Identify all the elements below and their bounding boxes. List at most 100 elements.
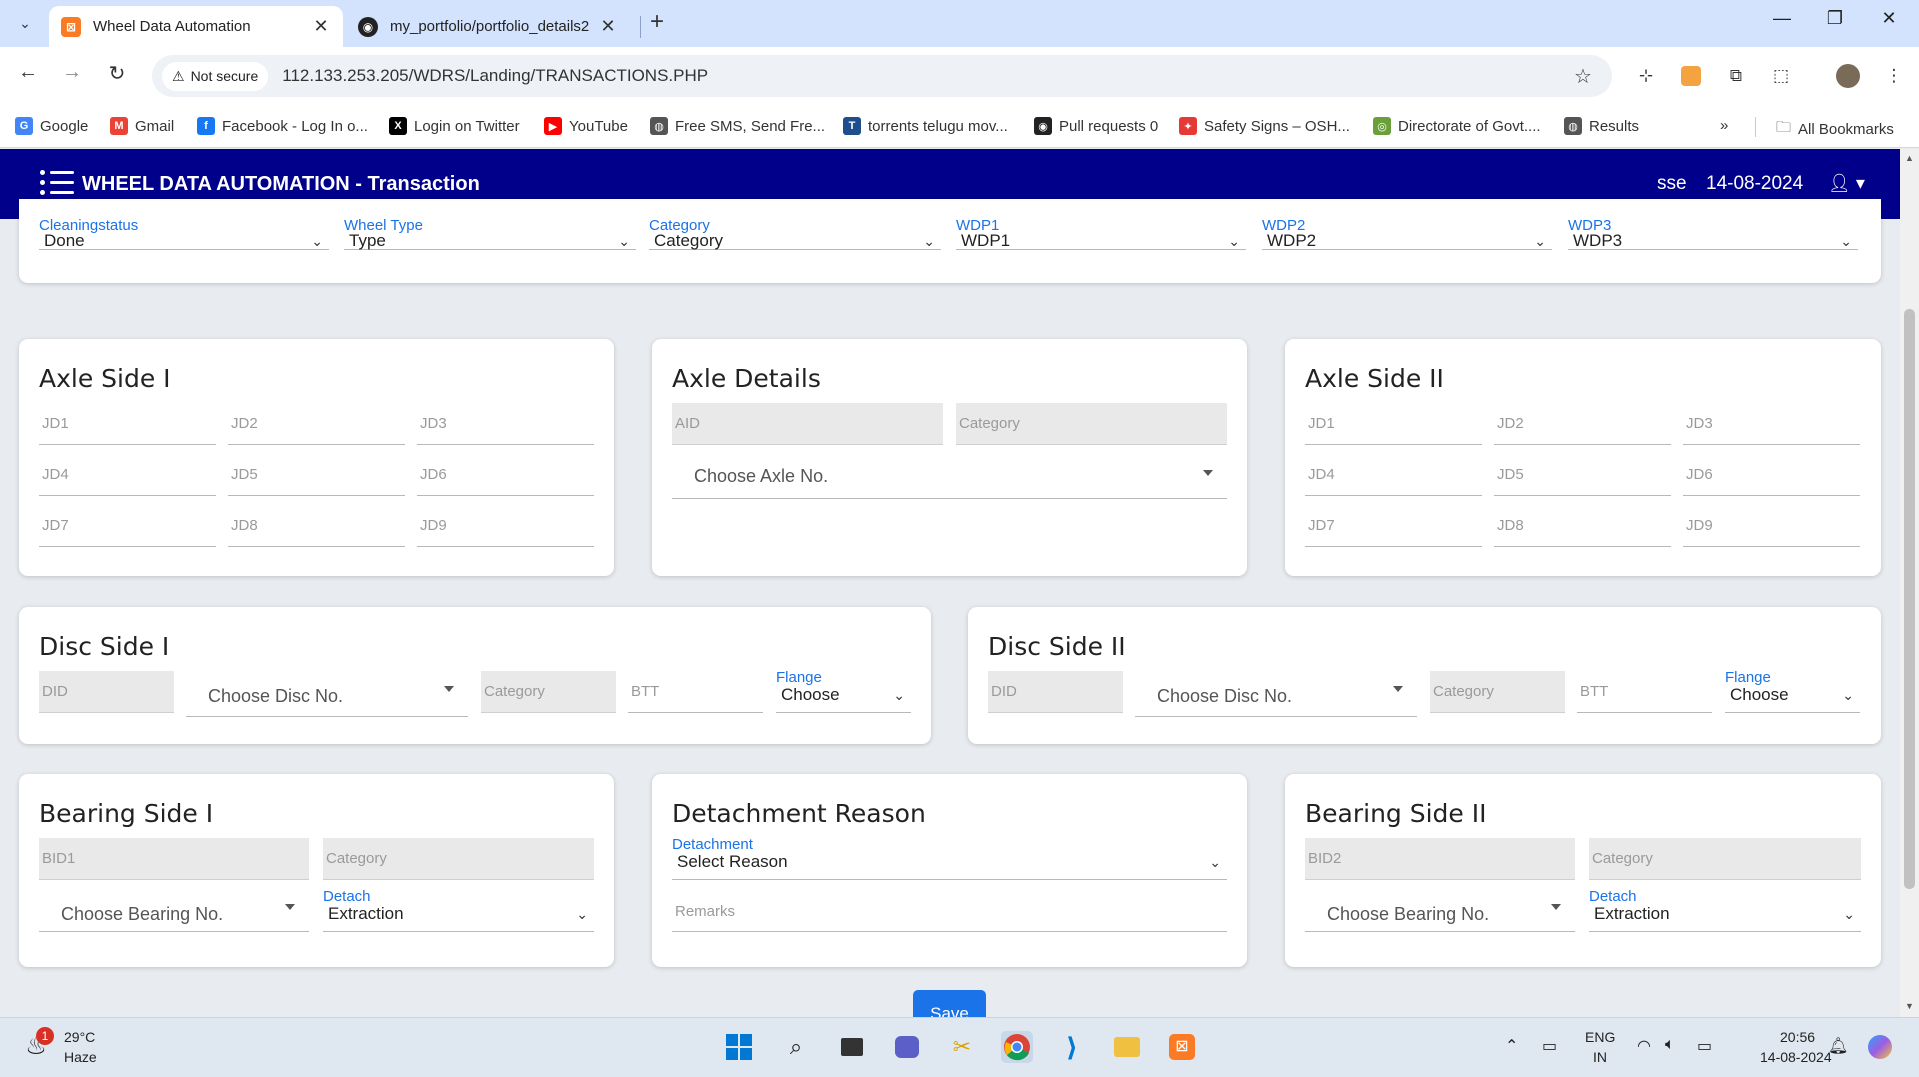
chrome-icon[interactable] <box>1001 1031 1033 1063</box>
cleaning-status-select[interactable]: Cleaningstatus Done ⌄ <box>39 217 329 250</box>
more-bookmarks-button[interactable]: » <box>1720 117 1728 134</box>
bookmark-item[interactable]: G Google <box>15 117 88 135</box>
detach-select[interactable]: Detach Extraction ⌄ <box>323 888 594 932</box>
bookmark-item[interactable]: ◉ Pull requests 0 <box>1034 117 1158 135</box>
bookmark-star-icon[interactable]: ☆ <box>1568 64 1598 89</box>
detach-select[interactable]: Detach Extraction ⌄ <box>1589 888 1861 932</box>
bookmark-item[interactable]: M Gmail <box>110 117 174 135</box>
hamburger-menu-icon[interactable] <box>40 169 74 197</box>
profile-avatar[interactable] <box>1834 63 1862 89</box>
bookmark-item[interactable]: ▶ YouTube <box>544 117 628 135</box>
jd-field-8[interactable]: JD8 <box>1494 505 1671 547</box>
tab-wheel-data-automation[interactable]: ⊠ Wheel Data Automation ✕ <box>49 6 343 47</box>
disc-category-field[interactable]: Category <box>1430 671 1565 713</box>
security-indicator[interactable]: ⚠ Not secure <box>162 61 269 91</box>
jd-field-5[interactable]: JD5 <box>1494 454 1671 496</box>
bookmark-item[interactable]: ◎ Directorate of Govt.... <box>1373 117 1541 135</box>
wdp3-select[interactable]: WDP3 WDP3 ⌄ <box>1568 217 1858 250</box>
jd-field-5[interactable]: JD5 <box>228 454 405 496</box>
bookmark-item[interactable]: ◍ Results <box>1564 117 1639 135</box>
copilot-icon[interactable] <box>1864 1031 1896 1063</box>
tab-portfolio[interactable]: ◉ my_portfolio/portfolio_details2 ✕ <box>346 6 630 47</box>
jd-field-2[interactable]: JD2 <box>1494 403 1671 445</box>
region-indicator[interactable]: IN <box>1593 1049 1607 1065</box>
jd-field-3[interactable]: JD3 <box>1683 403 1860 445</box>
choose-bearing-select[interactable]: Choose Bearing No. <box>1305 886 1575 932</box>
tab-search-chevron-icon[interactable]: ⌄ <box>10 8 40 38</box>
scroll-up-icon[interactable]: ▲ <box>1905 153 1914 163</box>
btt-field[interactable]: BTT <box>628 671 763 713</box>
bookmark-item[interactable]: ◍ Free SMS, Send Fre... <box>650 117 825 135</box>
wdp1-select[interactable]: WDP1 WDP1 ⌄ <box>956 217 1246 250</box>
teams-chat-icon[interactable] <box>891 1031 923 1063</box>
jd-field-1[interactable]: JD1 <box>39 403 216 445</box>
tab-groups-icon[interactable]: ⧉ <box>1722 63 1750 89</box>
url-text[interactable]: 112.133.253.205/WDRS/Landing/TRANSACTION… <box>282 66 1568 86</box>
scrollbar-thumb[interactable] <box>1904 309 1915 889</box>
jd-field-7[interactable]: JD7 <box>1305 505 1482 547</box>
battery-icon[interactable]: ▭ <box>1697 1036 1712 1056</box>
bookmark-item[interactable]: Ttorrents telugu mov... <box>843 117 1008 135</box>
snipping-tool-icon[interactable]: ✂ <box>946 1031 978 1063</box>
disc-category-field[interactable]: Category <box>481 671 616 713</box>
tab-close-icon[interactable]: ✕ <box>598 16 618 37</box>
jd-field-6[interactable]: JD6 <box>1683 454 1860 496</box>
did-field[interactable]: DID <box>988 671 1123 713</box>
jd-field-8[interactable]: JD8 <box>228 505 405 547</box>
task-view-icon[interactable] <box>836 1031 868 1063</box>
jd-field-2[interactable]: JD2 <box>228 403 405 445</box>
btt-field[interactable]: BTT <box>1577 671 1712 713</box>
notification-bell-icon[interactable]: 🔔︎ <box>1828 1036 1848 1056</box>
page-scrollbar[interactable]: ▲ ▼ <box>1900 149 1919 1017</box>
bookmark-item[interactable]: f Facebook - Log In o... <box>197 117 368 135</box>
volume-icon[interactable]: 🔈︎ <box>1665 1036 1675 1054</box>
detachment-select[interactable]: Detachment Select Reason ⌄ <box>672 836 1227 880</box>
choose-disc-select[interactable]: Choose Disc No. <box>186 671 468 717</box>
remarks-field[interactable]: Remarks <box>672 890 1227 932</box>
reload-button[interactable]: ↻ <box>103 61 131 86</box>
clock-time[interactable]: 20:56 <box>1780 1029 1815 1045</box>
omnibox[interactable]: ⚠ Not secure 112.133.253.205/WDRS/Landin… <box>152 55 1612 97</box>
choose-disc-select[interactable]: Choose Disc No. <box>1135 671 1417 717</box>
clock-date[interactable]: 14-08-2024 <box>1760 1049 1832 1065</box>
scroll-down-icon[interactable]: ▼ <box>1905 1001 1914 1011</box>
vscode-icon[interactable]: ⟩ <box>1056 1031 1088 1063</box>
search-icon[interactable]: ⌕ <box>780 1031 812 1063</box>
jd-field-7[interactable]: JD7 <box>39 505 216 547</box>
language-indicator[interactable]: ENG <box>1585 1029 1615 1045</box>
axle-category-field[interactable]: Category <box>956 403 1227 445</box>
jd-field-3[interactable]: JD3 <box>417 403 594 445</box>
xampp-icon[interactable]: ⊠ <box>1166 1031 1198 1063</box>
choose-bearing-select[interactable]: Choose Bearing No. <box>39 886 309 932</box>
windows-start-icon[interactable] <box>723 1031 755 1063</box>
wdp2-select[interactable]: WDP2 WDP2 ⌄ <box>1262 217 1552 250</box>
new-tab-button[interactable]: + <box>650 8 664 36</box>
choose-axle-select[interactable]: Choose Axle No. <box>672 451 1227 499</box>
show-hidden-icons[interactable]: ⌃ <box>1505 1036 1518 1056</box>
jd-field-1[interactable]: JD1 <box>1305 403 1482 445</box>
all-bookmarks-button[interactable]: 🗀︎ All Bookmarks <box>1776 117 1894 142</box>
extension-puzzle-add-icon[interactable]: ⊹ <box>1632 63 1660 89</box>
did-field[interactable]: DID <box>39 671 174 713</box>
jd-field-9[interactable]: JD9 <box>417 505 594 547</box>
tablet-icon[interactable]: ▭ <box>1542 1036 1557 1056</box>
category-select[interactable]: Category Category ⌄ <box>649 217 941 250</box>
jd-field-6[interactable]: JD6 <box>417 454 594 496</box>
jd-field-9[interactable]: JD9 <box>1683 505 1860 547</box>
jd-field-4[interactable]: JD4 <box>39 454 216 496</box>
close-window-button[interactable]: ✕ <box>1874 8 1904 29</box>
extension-orange-icon[interactable] <box>1677 63 1705 89</box>
bookmark-item[interactable]: ✦ Safety Signs – OSH... <box>1179 117 1350 135</box>
bid1-field[interactable]: BID1 <box>39 838 309 880</box>
flange-select[interactable]: Flange Choose ⌄ <box>776 669 911 713</box>
minimize-button[interactable]: — <box>1767 8 1797 29</box>
file-explorer-icon[interactable] <box>1111 1031 1143 1063</box>
wifi-icon[interactable]: ◠ <box>1637 1036 1651 1056</box>
restore-button[interactable]: ❐ <box>1820 8 1850 29</box>
forward-button[interactable]: → <box>58 61 86 84</box>
back-button[interactable]: ← <box>14 61 42 84</box>
extensions-icon[interactable]: ⬚ <box>1767 63 1795 89</box>
bearing-category-field[interactable]: Category <box>1589 838 1861 880</box>
tab-close-icon[interactable]: ✕ <box>311 16 331 37</box>
wheel-type-select[interactable]: Wheel Type Type ⌄ <box>344 217 636 250</box>
